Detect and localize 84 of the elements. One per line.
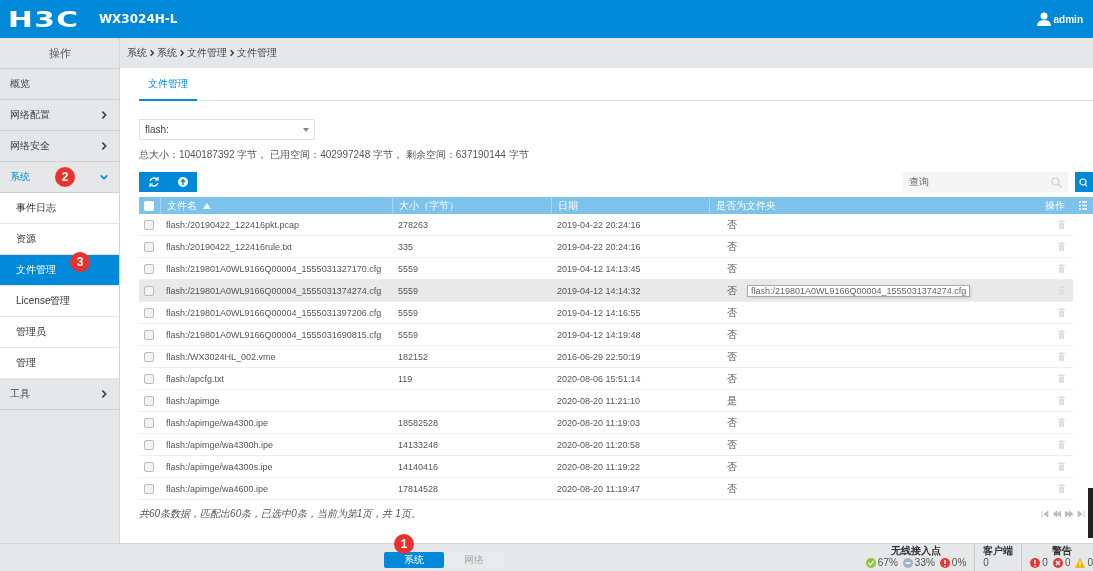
table-cell: flash:/apimge/wa4300h.ipe xyxy=(160,434,392,456)
table-cell: 18582528 xyxy=(392,412,551,434)
table-cell: 5559 xyxy=(392,302,551,324)
table-cell: flash:/apimge/wa4600.ipe xyxy=(160,478,392,500)
table-cell: 否 xyxy=(709,324,1027,346)
table-cell: flash:/apcfg.txt xyxy=(160,368,392,390)
table-cell: 2020-08-20 11:21:10 xyxy=(551,390,709,412)
table-cell: 2020-08-06 15:51:14 xyxy=(551,368,709,390)
nav-subitem[interactable]: 资源 xyxy=(0,224,119,255)
breadcrumb-link[interactable]: 文件管理 xyxy=(237,46,277,60)
table-cell: 14140416 xyxy=(392,456,551,478)
breadcrumb-link[interactable]: 系统 xyxy=(127,46,147,60)
table-cell: flash:/219801A0WL9166Q00004_1555031374274.cfg xyxy=(160,280,392,302)
nav-subitem[interactable]: 事件日志 xyxy=(0,193,119,224)
table-cell: 2019-04-22 20:24:16 xyxy=(551,236,709,258)
table-cell: 2020-08-20 11:19:03 xyxy=(551,412,709,434)
device-model: WX3024H-L xyxy=(98,12,178,26)
table-cell: 2020-08-20 11:19:22 xyxy=(551,456,709,478)
status-value: 33% xyxy=(914,557,935,569)
table-cell: 2020-08-20 11:20:58 xyxy=(551,434,709,456)
nav-item[interactable]: 网络安全 xyxy=(0,131,119,162)
status-title: 警告 xyxy=(1051,545,1072,557)
table-cell: 2019-04-22 20:24:16 xyxy=(551,214,709,236)
table-cell: 否 xyxy=(709,302,1027,324)
table-cell: flash:/219801A0WL9166Q00004_1555031690815.cfg xyxy=(160,324,392,346)
table-cell: 14133248 xyxy=(392,434,551,456)
status-value: 0 xyxy=(1064,557,1071,569)
status-value: 0% xyxy=(951,557,967,569)
nav-subitem[interactable]: 管理 xyxy=(0,348,119,379)
step-badge: 3 xyxy=(70,252,90,272)
storage-info: 总大小：1040187392 字节， 已用空间：402997248 字节， 剩余空间：637190144 字节 xyxy=(139,148,530,162)
bottom-tab[interactable]: 系统 xyxy=(384,552,444,568)
table-summary: 共60条数据，匹配出60条，已选中0条，当前为第1页，共 1页。 xyxy=(139,507,421,521)
nav-subitem[interactable]: License管理 xyxy=(0,286,119,317)
table-cell: 182152 xyxy=(392,346,551,368)
status-value: 0 xyxy=(1087,557,1093,569)
table-cell: 是 xyxy=(709,390,1027,412)
tab[interactable]: 文件管理 xyxy=(139,68,197,101)
table-cell: 2020-08-20 11:19:47 xyxy=(551,478,709,500)
table-cell: 否 xyxy=(709,368,1027,390)
table-cell: flash:/apimge xyxy=(160,390,392,412)
status-title: 客户端 xyxy=(983,545,1014,557)
tooltip: flash:/219801A0WL9166Q00004_1555031374274.cfg xyxy=(747,285,971,297)
table-cell: 2016-06-29 22:50:19 xyxy=(551,346,709,368)
status-value: 67% xyxy=(877,557,898,569)
table-cell: flash:/20190422_122416pkt.pcap xyxy=(160,214,392,236)
table-cell: flash:/apimge/wa4300s.ipe xyxy=(160,456,392,478)
nav-subitem[interactable]: 文件管理 3 xyxy=(0,255,119,286)
table-cell: 17814528 xyxy=(392,478,551,500)
table-cell: flash:/WX3024HL_002.vme xyxy=(160,346,392,368)
table-cell: 否 xyxy=(709,412,1027,434)
nav-item[interactable]: 工具 xyxy=(0,379,119,410)
step-badge: 2 xyxy=(55,167,75,187)
breadcrumb-link[interactable]: 系统 xyxy=(157,46,177,60)
sidebar-title: 操作 xyxy=(0,38,119,69)
table-cell: 5559 xyxy=(392,324,551,346)
logo: H3C xyxy=(8,6,80,32)
status-value: 0 xyxy=(1042,557,1048,569)
table-cell: 335 xyxy=(392,236,551,258)
table-cell: flash:/20190422_122416rule.txt xyxy=(160,236,392,258)
storage-select[interactable]: flash: xyxy=(139,119,315,140)
nav-item[interactable]: 概览 xyxy=(0,69,119,100)
table-cell: 5559 xyxy=(392,280,551,302)
table-cell: flash:/apimge/wa4300.ipe xyxy=(160,412,392,434)
table-cell: 否 xyxy=(709,346,1027,368)
table-cell: 否 xyxy=(709,214,1027,236)
table-cell: 否 xyxy=(709,434,1027,456)
user-name[interactable]: admin xyxy=(1053,13,1083,25)
status-title: 无线接入点 xyxy=(891,545,942,557)
nav-item[interactable]: 网络配置 xyxy=(0,100,119,131)
table-cell: 2019-04-12 14:14:32 xyxy=(551,280,709,302)
table-cell: 2019-04-12 14:19:48 xyxy=(551,324,709,346)
search-field[interactable]: 查询 xyxy=(903,172,1068,192)
breadcrumb-link[interactable]: 文件管理 xyxy=(187,46,227,60)
status-value: 0 xyxy=(983,557,989,569)
table-cell: 否 xyxy=(709,236,1027,258)
search-placeholder: 查询 xyxy=(909,175,929,189)
table-cell: 2019-04-12 14:16:55 xyxy=(551,302,709,324)
table-cell: 119 xyxy=(392,368,551,390)
table-cell: 278263 xyxy=(392,214,551,236)
nav-subitem[interactable]: 管理员 xyxy=(0,317,119,348)
table-cell: flash:/219801A0WL9166Q00004_1555031397206.cfg xyxy=(160,302,392,324)
table-cell: 否 xyxy=(709,478,1027,500)
table-cell: 否 xyxy=(709,456,1027,478)
